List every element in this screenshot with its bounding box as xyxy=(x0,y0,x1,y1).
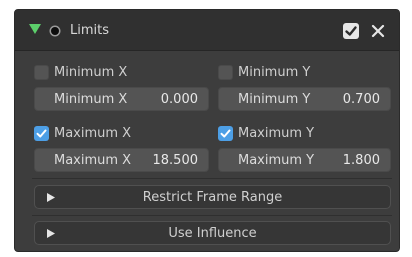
use-influence-label: Use Influence xyxy=(168,226,257,241)
maximum-x-checkbox-label: Maximum X xyxy=(54,125,132,141)
minimum-y-field[interactable]: Minimum Y 0.700 xyxy=(218,87,391,111)
panel-header[interactable]: Limits xyxy=(15,10,399,51)
checkmark-icon xyxy=(36,129,47,137)
minimum-y-toggle[interactable]: Minimum Y xyxy=(218,63,310,81)
use-influence-subpanel[interactable]: Use Influence xyxy=(34,221,391,245)
maximum-x-value: 18.500 xyxy=(152,153,199,168)
maximum-x-field[interactable]: Maximum X 18.500 xyxy=(34,148,209,172)
minimum-y-value: 0.700 xyxy=(342,92,380,107)
restrict-frame-range-subpanel[interactable]: Restrict Frame Range xyxy=(34,185,391,209)
maximum-x-checkbox[interactable] xyxy=(34,125,49,141)
divider xyxy=(32,215,392,216)
checkmark-icon xyxy=(345,26,357,36)
triangle-down-icon[interactable] xyxy=(27,21,43,37)
maximum-y-checkbox-label: Maximum Y xyxy=(238,125,315,141)
maximum-x-field-label: Maximum X xyxy=(54,153,132,168)
minimum-y-field-label: Minimum Y xyxy=(238,92,311,107)
checkmark-icon xyxy=(220,129,231,137)
limits-constraint-panel: Limits Minimum X Minimum Y Minimum X 0.0… xyxy=(14,9,400,252)
enable-constraint-checkbox[interactable] xyxy=(343,23,359,39)
minimum-x-value: 0.000 xyxy=(160,92,198,107)
close-icon[interactable] xyxy=(370,23,386,39)
minimum-x-field[interactable]: Minimum X 0.000 xyxy=(34,87,209,111)
constraint-dot-icon xyxy=(51,27,59,35)
maximum-y-value: 1.800 xyxy=(342,153,380,168)
minimum-x-checkbox-label: Minimum X xyxy=(54,64,128,80)
maximum-y-field-label: Maximum Y xyxy=(238,153,315,168)
maximum-y-checkbox[interactable] xyxy=(218,125,233,141)
maximum-x-toggle[interactable]: Maximum X xyxy=(34,124,131,142)
minimum-y-checkbox[interactable] xyxy=(218,64,233,80)
restrict-frame-range-label: Restrict Frame Range xyxy=(142,190,283,205)
minimum-y-checkbox-label: Minimum Y xyxy=(238,64,311,80)
maximum-y-field[interactable]: Maximum Y 1.800 xyxy=(218,148,391,172)
minimum-x-toggle[interactable]: Minimum X xyxy=(34,63,127,81)
panel-title: Limits xyxy=(70,23,109,38)
maximum-y-toggle[interactable]: Maximum Y xyxy=(218,124,314,142)
divider xyxy=(32,178,392,179)
minimum-x-field-label: Minimum X xyxy=(54,92,128,107)
minimum-x-checkbox[interactable] xyxy=(34,64,49,80)
